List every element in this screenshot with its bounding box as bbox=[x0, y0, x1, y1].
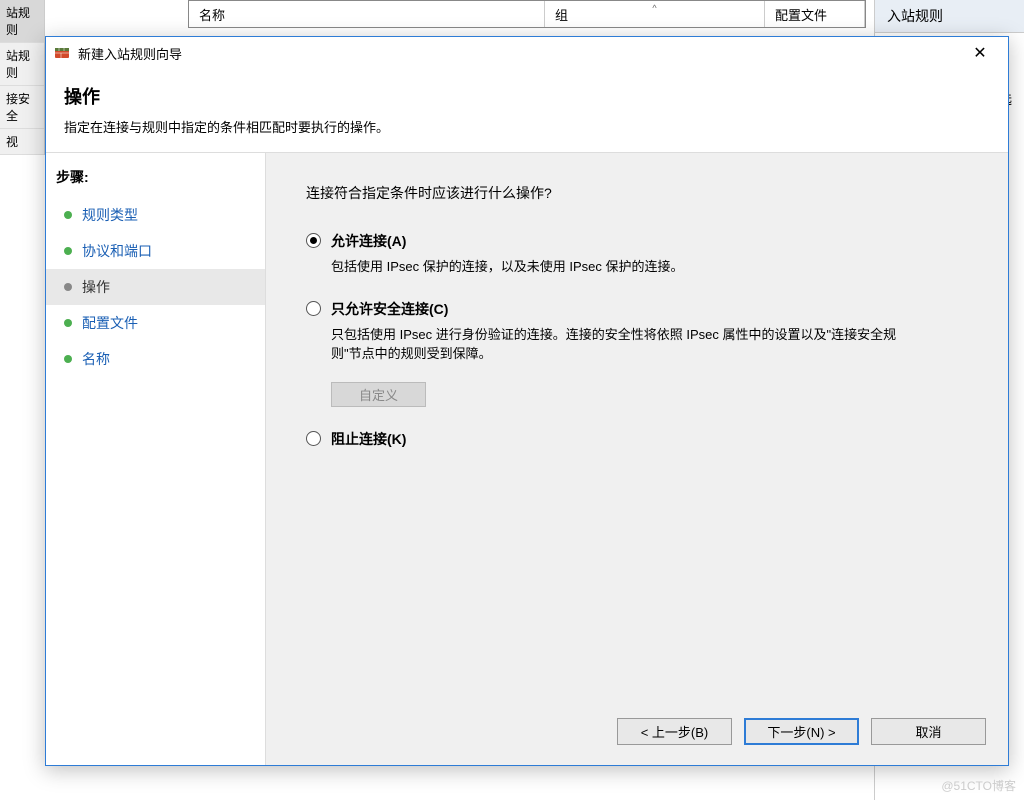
page-title: 操作 bbox=[64, 83, 990, 109]
bullet-icon bbox=[64, 283, 72, 291]
column-header-group[interactable]: 组 ^ bbox=[545, 1, 765, 27]
firewall-icon bbox=[54, 45, 70, 61]
step-label: 名称 bbox=[82, 349, 110, 369]
close-icon: ✕ bbox=[973, 43, 986, 63]
dialog-titlebar: 新建入站规则向导 ✕ bbox=[46, 37, 1008, 69]
column-header-profile[interactable]: 配置文件 bbox=[765, 1, 865, 27]
radio-option-allow-secure[interactable]: 只允许安全连接(C) 只包括使用 IPsec 进行身份验证的连接。连接的安全性将… bbox=[306, 299, 968, 407]
radio-description: 包括使用 IPsec 保护的连接，以及未使用 IPsec 保护的连接。 bbox=[331, 257, 911, 277]
cancel-button[interactable]: 取消 bbox=[871, 718, 986, 745]
content-question: 连接符合指定条件时应该进行什么操作? bbox=[306, 183, 968, 203]
next-button[interactable]: 下一步(N) > bbox=[744, 718, 859, 745]
background-left-nav: 站规则 站规则 接安全 视 bbox=[0, 0, 45, 155]
page-subtitle: 指定在连接与规则中指定的条件相匹配时要执行的操作。 bbox=[64, 117, 990, 136]
step-label: 配置文件 bbox=[82, 313, 138, 333]
radio-label: 阻止连接(K) bbox=[331, 429, 968, 449]
bullet-icon bbox=[64, 247, 72, 255]
sort-asc-icon: ^ bbox=[652, 3, 656, 13]
dialog-title: 新建入站规则向导 bbox=[78, 44, 960, 63]
radio-option-allow[interactable]: 允许连接(A) 包括使用 IPsec 保护的连接，以及未使用 IPsec 保护的… bbox=[306, 231, 968, 277]
radio-label: 只允许安全连接(C) bbox=[331, 299, 968, 319]
dialog-header: 操作 指定在连接与规则中指定的条件相匹配时要执行的操作。 bbox=[46, 69, 1008, 153]
radio-option-block[interactable]: 阻止连接(K) bbox=[306, 429, 968, 455]
watermark: @51CTO博客 bbox=[941, 777, 1016, 794]
bg-nav-item[interactable]: 站规则 bbox=[0, 43, 44, 86]
radio-icon[interactable] bbox=[306, 431, 321, 446]
radio-label: 允许连接(A) bbox=[331, 231, 968, 251]
wizard-dialog: 新建入站规则向导 ✕ 操作 指定在连接与规则中指定的条件相匹配时要执行的操作。 … bbox=[45, 36, 1009, 766]
bullet-icon bbox=[64, 211, 72, 219]
bullet-icon bbox=[64, 319, 72, 327]
action-radio-group: 允许连接(A) 包括使用 IPsec 保护的连接，以及未使用 IPsec 保护的… bbox=[306, 231, 968, 455]
customize-button: 自定义 bbox=[331, 382, 426, 407]
bg-nav-item[interactable]: 接安全 bbox=[0, 86, 44, 129]
radio-icon[interactable] bbox=[306, 301, 321, 316]
step-protocol-port[interactable]: 协议和端口 bbox=[46, 233, 265, 269]
steps-panel: 步骤: 规则类型 协议和端口 操作 配置文件 名称 bbox=[46, 153, 266, 765]
radio-icon[interactable] bbox=[306, 233, 321, 248]
steps-label: 步骤: bbox=[46, 167, 265, 197]
content-panel: 连接符合指定条件时应该进行什么操作? 允许连接(A) 包括使用 IPsec 保护… bbox=[266, 153, 1008, 765]
step-name[interactable]: 名称 bbox=[46, 341, 265, 377]
step-label: 协议和端口 bbox=[82, 241, 152, 261]
bullet-icon bbox=[64, 355, 72, 363]
radio-description: 只包括使用 IPsec 进行身份验证的连接。连接的安全性将依照 IPsec 属性… bbox=[331, 325, 911, 364]
column-header-name[interactable]: 名称 bbox=[189, 1, 545, 27]
bg-nav-item[interactable]: 站规则 bbox=[0, 0, 44, 43]
background-table-header: 名称 组 ^ 配置文件 bbox=[188, 0, 866, 28]
step-label: 规则类型 bbox=[82, 205, 138, 225]
step-profile[interactable]: 配置文件 bbox=[46, 305, 265, 341]
step-action[interactable]: 操作 bbox=[46, 269, 265, 305]
dialog-body: 步骤: 规则类型 协议和端口 操作 配置文件 名称 bbox=[46, 153, 1008, 765]
right-panel-header: 入站规则 bbox=[875, 0, 1024, 33]
back-button[interactable]: < 上一步(B) bbox=[617, 718, 732, 745]
dialog-footer: < 上一步(B) 下一步(N) > 取消 bbox=[266, 702, 1008, 765]
step-label: 操作 bbox=[82, 277, 110, 297]
bg-nav-item[interactable]: 视 bbox=[0, 129, 44, 155]
step-rule-type[interactable]: 规则类型 bbox=[46, 197, 265, 233]
close-button[interactable]: ✕ bbox=[960, 39, 1000, 67]
